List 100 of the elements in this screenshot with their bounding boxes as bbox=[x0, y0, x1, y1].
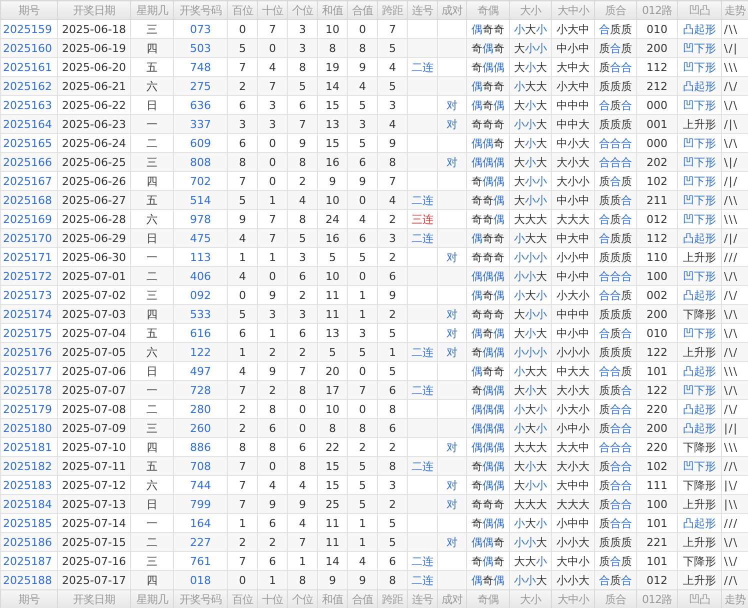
issue-link[interactable]: 2025160 bbox=[0, 38, 58, 58]
table-cell: 3 bbox=[288, 20, 318, 38]
issue-link[interactable]: 2025187 bbox=[0, 552, 58, 570]
table-cell: 10 bbox=[318, 400, 348, 418]
table-cell: 1 bbox=[348, 304, 378, 324]
issue-link[interactable]: 2025186 bbox=[0, 532, 58, 552]
table-cell: 合合质 bbox=[594, 286, 636, 304]
table-cell: /// bbox=[722, 248, 748, 266]
issue-link[interactable]: 2025177 bbox=[0, 362, 58, 380]
table-cell: 3 bbox=[348, 324, 378, 342]
table-cell: 20 bbox=[318, 362, 348, 380]
issue-link[interactable]: 2025161 bbox=[0, 58, 58, 76]
table-cell: 5 bbox=[318, 248, 348, 266]
table-cell: 大小大 bbox=[510, 96, 552, 114]
table-cell: 大小大 bbox=[510, 380, 552, 400]
table-cell: 小大中 bbox=[552, 20, 594, 38]
table-cell: 小大小 bbox=[510, 286, 552, 304]
table-cell: 对 bbox=[438, 304, 466, 324]
table-cell: 大大中 bbox=[552, 438, 594, 456]
table-cell: 大小大 bbox=[552, 152, 594, 172]
table-cell: 大中中 bbox=[552, 476, 594, 494]
issue-link[interactable]: 2025183 bbox=[0, 476, 58, 494]
issue-link[interactable]: 2025165 bbox=[0, 134, 58, 152]
table-cell: 偶奇偶 bbox=[466, 96, 510, 114]
table-cell: 中大中 bbox=[552, 228, 594, 248]
issue-link[interactable]: 2025182 bbox=[0, 456, 58, 476]
column-header: 开奖日期 bbox=[58, 0, 130, 20]
issue-link[interactable]: 2025159 bbox=[0, 20, 58, 38]
table-cell: 110 bbox=[636, 248, 678, 266]
issue-link[interactable]: 2025164 bbox=[0, 114, 58, 134]
table-cell: 101 bbox=[636, 552, 678, 570]
issue-link[interactable]: 2025184 bbox=[0, 494, 58, 514]
table-cell: 小大大 bbox=[510, 228, 552, 248]
issue-link[interactable]: 2025185 bbox=[0, 514, 58, 532]
issue-link[interactable]: 2025162 bbox=[0, 76, 58, 96]
issue-link[interactable]: 2025174 bbox=[0, 304, 58, 324]
table-cell: 406 bbox=[174, 266, 228, 286]
table-cell: 0 bbox=[228, 286, 258, 304]
table-cell: 5 bbox=[378, 38, 408, 58]
table-cell: 四 bbox=[130, 38, 174, 58]
issue-link[interactable]: 2025188 bbox=[0, 570, 58, 590]
issue-link[interactable]: 2025181 bbox=[0, 438, 58, 456]
table-cell: 奇偶奇 bbox=[466, 552, 510, 570]
table-cell: 合合合 bbox=[594, 152, 636, 172]
issue-link[interactable]: 2025170 bbox=[0, 228, 58, 248]
table-cell: 6 bbox=[228, 134, 258, 152]
table-cell: 6 bbox=[378, 266, 408, 286]
issue-link[interactable]: 2025167 bbox=[0, 172, 58, 190]
table-cell: 大大大 bbox=[510, 438, 552, 456]
table-cell: 奇偶偶 bbox=[466, 456, 510, 476]
table-cell: 四 bbox=[130, 304, 174, 324]
table-cell: 2025-06-28 bbox=[58, 210, 130, 228]
table-cell: 凸起形 bbox=[678, 362, 722, 380]
table-cell: 大小大 bbox=[552, 380, 594, 400]
table-cell: 大小小 bbox=[552, 172, 594, 190]
table-cell: 7 bbox=[228, 494, 258, 514]
issue-link[interactable]: 2025173 bbox=[0, 286, 58, 304]
issue-link[interactable]: 2025169 bbox=[0, 210, 58, 228]
table-cell: 三 bbox=[130, 552, 174, 570]
issue-link[interactable]: 2025163 bbox=[0, 96, 58, 114]
issue-link[interactable]: 2025175 bbox=[0, 324, 58, 342]
table-cell: 合质合 bbox=[594, 324, 636, 342]
table-cell: /\/ bbox=[722, 286, 748, 304]
issue-link[interactable]: 2025171 bbox=[0, 248, 58, 266]
issue-link[interactable]: 2025172 bbox=[0, 266, 58, 286]
table-cell: 7 bbox=[228, 172, 258, 190]
issue-link[interactable]: 2025176 bbox=[0, 342, 58, 362]
table-cell: 616 bbox=[174, 324, 228, 342]
table-cell: 514 bbox=[174, 190, 228, 210]
table-cell: 2025-07-04 bbox=[58, 324, 130, 342]
table-cell: 质质合 bbox=[594, 190, 636, 210]
table-cell: 凹下形 bbox=[678, 324, 722, 342]
table-cell: 五 bbox=[130, 190, 174, 210]
table-cell: 偶奇奇 bbox=[466, 228, 510, 248]
column-header: 012路 bbox=[636, 590, 678, 608]
table-cell: 15 bbox=[318, 476, 348, 494]
issue-link[interactable]: 2025166 bbox=[0, 152, 58, 172]
table-cell: 202 bbox=[636, 152, 678, 172]
table-cell: 10 bbox=[318, 266, 348, 286]
table-cell: 2025-07-09 bbox=[58, 418, 130, 438]
issue-link[interactable]: 2025178 bbox=[0, 380, 58, 400]
table-cell: 2025-07-02 bbox=[58, 286, 130, 304]
table-cell: 日 bbox=[130, 362, 174, 380]
column-header: 质合 bbox=[594, 0, 636, 20]
table-cell: /|/ bbox=[722, 172, 748, 190]
table-cell: 7 bbox=[378, 172, 408, 190]
table-cell: 偶奇偶 bbox=[466, 324, 510, 342]
table-cell: 奇偶偶 bbox=[466, 476, 510, 494]
table-cell: 6 bbox=[348, 228, 378, 248]
table-cell: 748 bbox=[174, 58, 228, 76]
issue-link[interactable]: 2025179 bbox=[0, 400, 58, 418]
table-cell: 五 bbox=[130, 58, 174, 76]
table-cell: 112 bbox=[636, 228, 678, 248]
table-cell: 奇奇奇 bbox=[466, 304, 510, 324]
table-cell: 质合合 bbox=[594, 400, 636, 418]
table-cell: 8 bbox=[348, 418, 378, 438]
table-cell: \/| bbox=[722, 38, 748, 58]
issue-link[interactable]: 2025180 bbox=[0, 418, 58, 438]
issue-link[interactable]: 2025168 bbox=[0, 190, 58, 210]
table-cell: \/\ bbox=[722, 266, 748, 286]
